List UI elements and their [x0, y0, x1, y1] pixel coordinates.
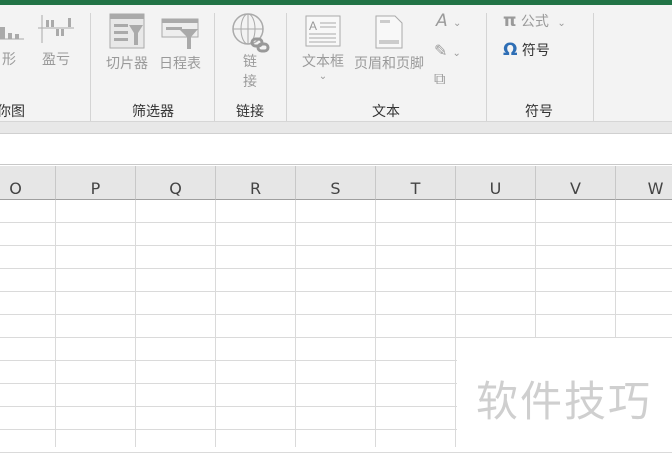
- group-label-links: 链接: [236, 104, 264, 120]
- column-gridline: [215, 200, 216, 447]
- ribbon-collapse-strip: [0, 122, 672, 134]
- column-header-V[interactable]: V: [536, 166, 616, 200]
- column-gridline: [455, 200, 456, 447]
- column-gridline: [55, 200, 56, 447]
- separator: [214, 13, 215, 121]
- column-header-S[interactable]: S: [296, 166, 376, 200]
- label: 公式: [520, 14, 549, 30]
- textbox-icon: A: [305, 15, 341, 47]
- globe-link-icon: [232, 13, 270, 53]
- timeline-icon: [161, 18, 199, 49]
- row-gridline: [0, 222, 672, 223]
- label: 切片器: [106, 56, 148, 72]
- watermark: 软件技巧: [476, 377, 653, 426]
- column-header-O[interactable]: O: [0, 166, 56, 200]
- separator: [90, 13, 91, 121]
- separator: [593, 13, 594, 121]
- formula-bar[interactable]: [0, 135, 672, 165]
- row-gridline: [0, 314, 672, 315]
- timeline-button[interactable]: 日程表: [155, 13, 205, 73]
- group-label-text: 文本: [372, 104, 400, 120]
- column-header-Q[interactable]: Q: [136, 166, 216, 200]
- group-label-symbols: 符号: [525, 104, 553, 120]
- header-footer-button[interactable]: 页眉和页脚: [349, 15, 429, 73]
- column-header-U[interactable]: U: [456, 166, 536, 200]
- column-header-W[interactable]: W: [616, 166, 672, 200]
- column-header-P[interactable]: P: [56, 166, 136, 200]
- omega-icon: Ω: [503, 40, 518, 60]
- label: 接: [243, 74, 257, 90]
- label: 链: [243, 54, 257, 70]
- separator: [286, 13, 287, 121]
- wordart-icon[interactable]: A ⌄: [436, 11, 461, 31]
- group-label-sparklines: 你图: [0, 104, 25, 120]
- slicer-button[interactable]: 切片器: [102, 13, 152, 73]
- equation-button[interactable]: π 公式 ⌄: [503, 11, 566, 31]
- column-gridline: [375, 200, 376, 447]
- label: 盈亏: [42, 52, 70, 68]
- page-icon: [375, 15, 403, 49]
- object-icon[interactable]: ⧉: [434, 69, 445, 89]
- signature-line-icon[interactable]: ✎ ⌄: [434, 41, 461, 60]
- column-header-T[interactable]: T: [376, 166, 456, 200]
- symbol-button[interactable]: Ω 符号: [503, 40, 550, 60]
- pi-icon: π: [503, 11, 517, 31]
- chevron-down-icon: ⌄: [557, 18, 566, 29]
- row-gridline: [0, 268, 672, 269]
- separator: [486, 13, 487, 121]
- winloss-sparkline-icon: [38, 15, 74, 43]
- label: 页眉和页脚: [354, 56, 424, 72]
- sparkline-winloss-button[interactable]: 盈亏: [36, 13, 76, 69]
- group-label-filters: 筛选器: [132, 104, 174, 120]
- label: 符号: [521, 43, 550, 59]
- row-gridline: [0, 245, 672, 246]
- textbox-button[interactable]: A 文本框 ⌄: [298, 15, 348, 82]
- label: 形: [2, 52, 16, 68]
- label: 文本框: [302, 54, 344, 70]
- ribbon: 形 盈亏 你图 切片器 日程表 筛选器 链 接 链接 A 文本框 ⌄ 页眉和页脚…: [0, 5, 672, 122]
- column-gridline: [295, 200, 296, 447]
- label: 日程表: [159, 56, 201, 72]
- slicer-icon: [109, 13, 145, 49]
- column-header-R[interactable]: R: [216, 166, 296, 200]
- link-button[interactable]: 链 接: [226, 11, 274, 91]
- row-gridline: [0, 291, 672, 292]
- chevron-down-icon: ⌄: [318, 71, 328, 82]
- svg-text:A: A: [309, 19, 317, 33]
- sparkline-column-button[interactable]: 形: [0, 13, 24, 69]
- column-sparkline-icon: [0, 27, 24, 40]
- column-gridline: [135, 200, 136, 447]
